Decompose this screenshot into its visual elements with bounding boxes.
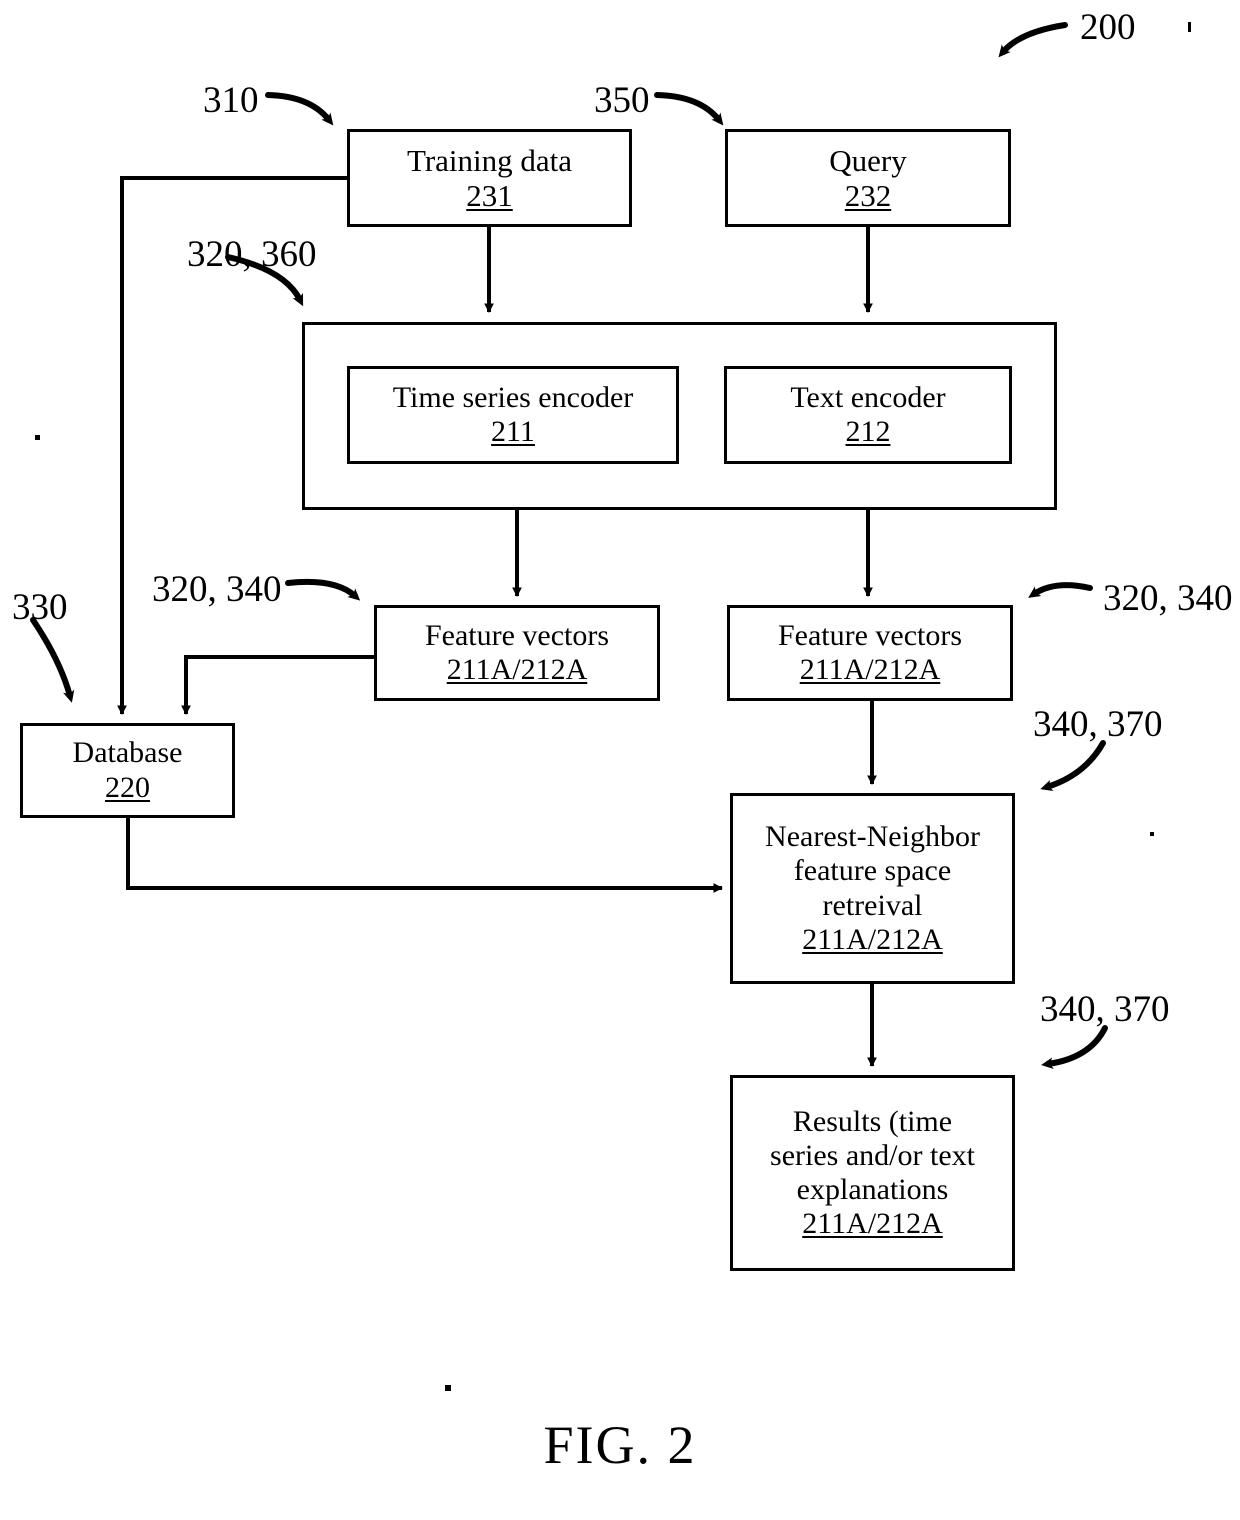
callout-350: 350 — [594, 80, 650, 121]
figure-caption: FIG. 2 — [543, 1415, 697, 1475]
box-feature-vectors-right-ref: 211A/212A — [799, 653, 941, 686]
box-training-data-title: Training data — [406, 142, 573, 178]
callout-340-370-nn: 340, 370 — [1033, 704, 1163, 745]
box-feature-vectors-right[interactable]: Feature vectors 211A/212A — [727, 605, 1013, 701]
leader-200 — [998, 22, 1068, 58]
box-query-title: Query — [829, 142, 907, 178]
leader-310 — [265, 92, 334, 126]
scan-speck — [1188, 22, 1191, 32]
box-results-line3: explanations — [796, 1173, 949, 1206]
scan-speck — [1150, 832, 1154, 836]
box-database[interactable]: Database 220 — [20, 723, 235, 818]
leader-330 — [30, 617, 75, 703]
box-training-data[interactable]: Training data 231 — [347, 129, 632, 227]
scan-speck — [35, 435, 40, 440]
box-text-encoder-title: Text encoder — [790, 380, 946, 414]
callout-320-340-right: 320, 340 — [1103, 578, 1233, 619]
callout-320-360: 320, 360 — [187, 234, 317, 275]
box-feature-vectors-right-title: Feature vectors — [777, 618, 963, 652]
leader-320-340-right — [1028, 582, 1093, 598]
box-text-encoder-ref: 212 — [845, 415, 891, 448]
box-feature-vectors-left-ref: 211A/212A — [446, 653, 588, 686]
box-query-ref: 232 — [844, 178, 892, 213]
box-results-ref: 211A/212A — [802, 1207, 943, 1241]
scan-speck — [445, 1385, 451, 1391]
box-text-encoder[interactable]: Text encoder 212 — [724, 366, 1012, 464]
box-results-line1: Results (time — [792, 1104, 953, 1138]
leader-340-370-nn — [1040, 740, 1106, 792]
box-training-data-ref: 231 — [466, 178, 513, 213]
callout-330: 330 — [12, 587, 68, 628]
box-nearest-neighbor-line3: retreival — [822, 888, 923, 922]
wire-fv-left-to-database — [181, 655, 374, 715]
box-results-line2: series and/or text — [770, 1138, 975, 1172]
leader-350 — [654, 92, 724, 126]
box-nearest-neighbor-line2: feature space — [793, 854, 952, 888]
callout-340-370-results: 340, 370 — [1040, 989, 1170, 1030]
box-feature-vectors-left-title: Feature vectors — [424, 618, 610, 652]
box-results[interactable]: Results (time series and/or text explana… — [730, 1075, 1015, 1271]
box-database-ref: 220 — [105, 770, 150, 804]
box-nearest-neighbor-line1: Nearest-Neighbor — [765, 820, 980, 854]
box-nearest-neighbor-ref: 211A/212A — [802, 922, 943, 956]
box-nearest-neighbor-retrieval[interactable]: Nearest-Neighbor feature space retreival… — [730, 793, 1015, 984]
patent-figure-page: Training data 231 Query 232 Time series … — [0, 0, 1240, 1520]
box-query[interactable]: Query 232 — [725, 129, 1011, 227]
box-feature-vectors-left[interactable]: Feature vectors 211A/212A — [374, 605, 660, 701]
leader-320-340-left — [285, 578, 361, 601]
box-time-series-encoder-ref: 211 — [491, 415, 535, 448]
box-time-series-encoder-title: Time series encoder — [392, 380, 634, 414]
box-database-title: Database — [72, 736, 183, 770]
wire-database-to-nn — [126, 817, 723, 893]
callout-320-340-left: 320, 340 — [152, 569, 282, 610]
leader-340-370-results — [1041, 1025, 1108, 1070]
box-time-series-encoder[interactable]: Time series encoder 211 — [347, 366, 679, 464]
callout-200: 200 — [1080, 7, 1136, 48]
callout-310: 310 — [203, 80, 259, 121]
